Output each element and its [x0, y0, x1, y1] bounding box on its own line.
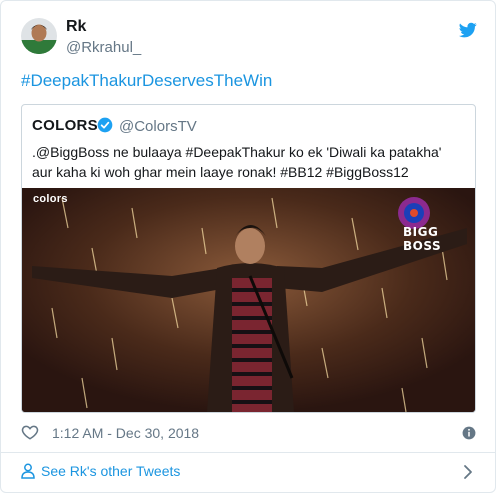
- tweet-card: Rk @Rkrahul_ #DeepakThakurDeservesTheWin…: [0, 0, 496, 493]
- verified-badge-icon: [97, 117, 113, 133]
- person-icon: [21, 463, 35, 479]
- quoted-tweet[interactable]: COLORS @ColorsTV .@BiggBoss ne bulaaya #…: [21, 104, 476, 413]
- chevron-right-icon[interactable]: [463, 464, 473, 480]
- divider: [1, 452, 495, 453]
- author-handle[interactable]: @Rkrahul_: [66, 39, 141, 56]
- see-other-tweets-link[interactable]: See Rk's other Tweets: [41, 463, 180, 479]
- info-icon[interactable]: [462, 426, 476, 440]
- twitter-bird-icon[interactable]: [459, 21, 477, 39]
- quoted-author-handle[interactable]: @ColorsTV: [119, 118, 197, 135]
- heart-icon[interactable]: [21, 423, 39, 441]
- hashtag-link[interactable]: #DeepakThakurDeservesTheWin: [21, 71, 272, 91]
- quoted-tweet-text: .@BiggBoss ne bulaaya #DeepakThakur ko e…: [32, 144, 442, 180]
- bigg-boss-logo-text: BIGG BOSS: [403, 225, 442, 253]
- quoted-author-name[interactable]: COLORS: [32, 117, 98, 134]
- author-name[interactable]: Rk: [66, 18, 86, 36]
- colors-logo: colors: [33, 193, 68, 205]
- tweet-timestamp[interactable]: 1:12 AM - Dec 30, 2018: [52, 425, 199, 441]
- avatar[interactable]: [21, 18, 57, 54]
